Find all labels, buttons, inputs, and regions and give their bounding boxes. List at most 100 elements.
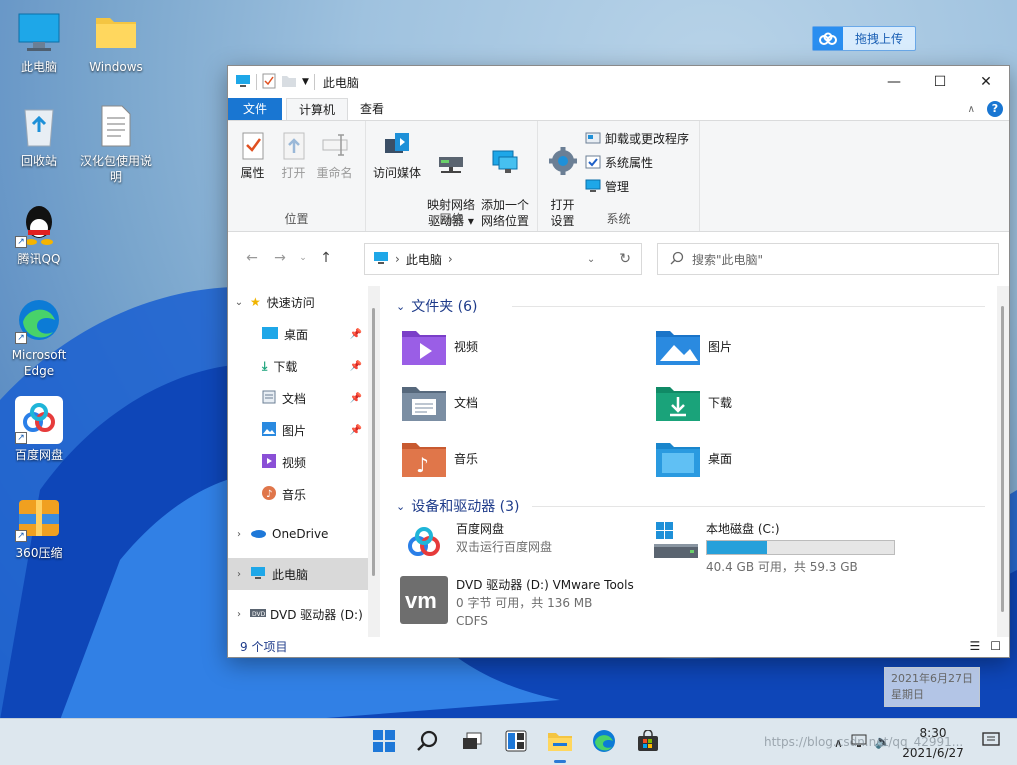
address-bar[interactable]: › 此电脑 › ⌄ ↻ — [364, 243, 642, 275]
baidu-netdisk-icon: ↗ — [15, 396, 63, 444]
pin-icon[interactable]: 📌 — [350, 329, 362, 340]
folder-downloads[interactable]: 下载 — [650, 374, 904, 430]
close-button[interactable]: ✕ — [963, 66, 1009, 98]
maximize-button[interactable]: ☐ — [917, 66, 963, 98]
search-button[interactable] — [406, 721, 450, 765]
address-dropdown-icon[interactable]: ⌄ — [587, 254, 595, 265]
nav-item-music[interactable]: ♪ 音乐 — [228, 478, 368, 510]
title-bar[interactable]: ▼ 此电脑 — ☐ ✕ — [228, 66, 1009, 98]
store-button[interactable] — [626, 721, 670, 765]
properties-quick-icon[interactable] — [262, 73, 276, 92]
new-folder-quick-icon[interactable] — [281, 74, 297, 91]
baidu-netdisk-icon — [400, 520, 448, 571]
nav-item-desktop[interactable]: 桌面 📌 — [228, 318, 368, 350]
manage-button[interactable]: 管理 — [585, 177, 689, 195]
chevron-down-icon[interactable]: ⌄ — [396, 300, 405, 313]
desktop-icon-recycle-bin[interactable]: 回收站 — [0, 102, 78, 169]
nav-item-videos[interactable]: 视频 — [228, 446, 368, 478]
navigation-pane: ⌄ ★ 快速访问 桌面 📌 ⤓ 下载 📌 文档 📌 图片 📌 视频 ♪ 音乐 ›… — [228, 286, 368, 637]
tab-view[interactable]: 查看 — [348, 98, 396, 120]
edge-taskbar-button[interactable] — [582, 721, 626, 765]
media-icon — [381, 129, 413, 161]
pin-icon[interactable]: 📌 — [350, 425, 362, 436]
settings-gear-icon — [547, 145, 579, 177]
minimize-button[interactable]: — — [871, 66, 917, 98]
desktop-icon-windows-folder[interactable]: Windows — [77, 8, 155, 75]
file-explorer-button[interactable] — [538, 721, 582, 765]
chevron-right-icon[interactable]: › — [228, 569, 250, 580]
computer-management-icon — [585, 178, 601, 194]
pictures-folder-icon — [656, 327, 700, 365]
device-baidu-netdisk[interactable]: 百度网盘 双击运行百度网盘 — [396, 518, 650, 574]
pin-icon[interactable]: 📌 — [350, 361, 362, 372]
svg-text:♪: ♪ — [266, 489, 272, 500]
nav-dvd-drive[interactable]: › DVD DVD 驱动器 (D:) — [228, 598, 368, 630]
nav-onedrive[interactable]: › OneDrive — [228, 518, 368, 550]
breadcrumb-this-pc[interactable]: 此电脑 — [406, 251, 442, 268]
up-button[interactable]: ↑ — [312, 250, 340, 266]
folders-section-header[interactable]: ⌄ 文件夹 (6) — [396, 294, 1009, 318]
folder-documents[interactable]: 文档 — [396, 374, 650, 430]
details-view-icon[interactable]: ☰ — [969, 639, 980, 653]
desktop-icon — [262, 326, 278, 342]
pictures-icon — [262, 421, 276, 439]
documents-icon — [262, 390, 276, 407]
videos-icon — [262, 453, 276, 471]
uninstall-programs-button[interactable]: 卸载或更改程序 — [585, 129, 689, 147]
onedrive-cloud-icon — [250, 527, 266, 541]
nav-scrollbar[interactable] — [368, 286, 380, 637]
search-box[interactable]: 搜索"此电脑" — [657, 243, 999, 275]
notification-button[interactable] — [982, 731, 1000, 752]
device-dvd-drive[interactable]: vm DVD 驱动器 (D:) VMware Tools 0 字节 可用，共 1… — [396, 574, 904, 630]
this-pc-icon — [235, 74, 251, 91]
desktop-icon-360zip[interactable]: ↗ 360压缩 — [0, 494, 78, 561]
device-local-disk-c[interactable]: 本地磁盘 (C:) 40.4 GB 可用，共 59.3 GB — [650, 518, 904, 574]
this-pc-icon — [250, 566, 266, 583]
music-folder-icon: ♪ — [402, 439, 446, 477]
recycle-bin-icon — [15, 102, 63, 150]
date-overlay: 2021年6月27日 星期日 — [884, 667, 980, 707]
chevron-right-icon[interactable]: › — [228, 609, 250, 620]
recent-locations-button[interactable]: ⌄ — [294, 253, 312, 263]
search-input[interactable]: 搜索"此电脑" — [692, 251, 763, 268]
task-view-button[interactable] — [450, 721, 494, 765]
devices-section-header[interactable]: ⌄ 设备和驱动器 (3) — [396, 494, 1009, 518]
shortcut-arrow-icon: ↗ — [15, 432, 27, 444]
drag-upload-widget[interactable]: 拖拽上传 — [812, 26, 916, 51]
collapse-ribbon-icon[interactable]: ∧ — [968, 104, 975, 115]
back-button[interactable]: ← — [238, 250, 266, 266]
tab-computer[interactable]: 计算机 — [286, 98, 349, 120]
refresh-icon[interactable]: ↻ — [619, 251, 631, 267]
task-view-icon — [461, 730, 483, 755]
chevron-down-icon[interactable]: ⌄ — [396, 500, 405, 513]
start-button[interactable] — [362, 721, 406, 765]
desktop-icon-edge[interactable]: ↗ Microsoft Edge — [0, 296, 78, 379]
file-explorer-icon — [548, 730, 572, 755]
nav-item-pictures[interactable]: 图片 📌 — [228, 414, 368, 446]
chevron-right-icon[interactable]: › — [228, 529, 250, 540]
folder-music[interactable]: ♪ 音乐 — [396, 430, 650, 486]
large-icons-view-icon[interactable]: ☐ — [990, 639, 1001, 653]
chevron-down-icon[interactable]: ⌄ — [228, 297, 250, 308]
desktop-icon-readme[interactable]: 汉化包使用说明 — [77, 102, 155, 185]
desktop-icon-qq[interactable]: ↗ 腾讯QQ — [0, 200, 78, 267]
explorer-window[interactable]: ▼ 此电脑 — ☐ ✕ 文件 计算机 查看 ∧ ? 属性 打开 重命名 位置 访… — [227, 65, 1010, 658]
nav-quick-access[interactable]: ⌄ ★ 快速访问 — [228, 286, 368, 318]
desktop-icon-baidu-netdisk[interactable]: ↗ 百度网盘 — [0, 396, 78, 463]
tab-file[interactable]: 文件 — [228, 98, 282, 120]
nav-item-documents[interactable]: 文档 📌 — [228, 382, 368, 414]
desktop-icon-this-pc[interactable]: 此电脑 — [0, 8, 78, 75]
customize-toolbar-icon[interactable]: ▼ — [302, 77, 309, 87]
system-properties-button[interactable]: 系统属性 — [585, 153, 689, 171]
widgets-button[interactable] — [494, 721, 538, 765]
folder-videos[interactable]: 视频 — [396, 318, 650, 374]
folder-desktop[interactable]: 桌面 — [650, 430, 904, 486]
pin-icon[interactable]: 📌 — [350, 393, 362, 404]
help-icon[interactable]: ? — [987, 101, 1003, 117]
folder-pictures[interactable]: 图片 — [650, 318, 904, 374]
group-label-network: 网络 — [439, 212, 464, 226]
nav-item-downloads[interactable]: ⤓ 下载 📌 — [228, 350, 368, 382]
main-scrollbar[interactable] — [997, 286, 1009, 637]
nav-this-pc[interactable]: › 此电脑 — [228, 558, 368, 590]
forward-button[interactable]: → — [266, 250, 294, 266]
